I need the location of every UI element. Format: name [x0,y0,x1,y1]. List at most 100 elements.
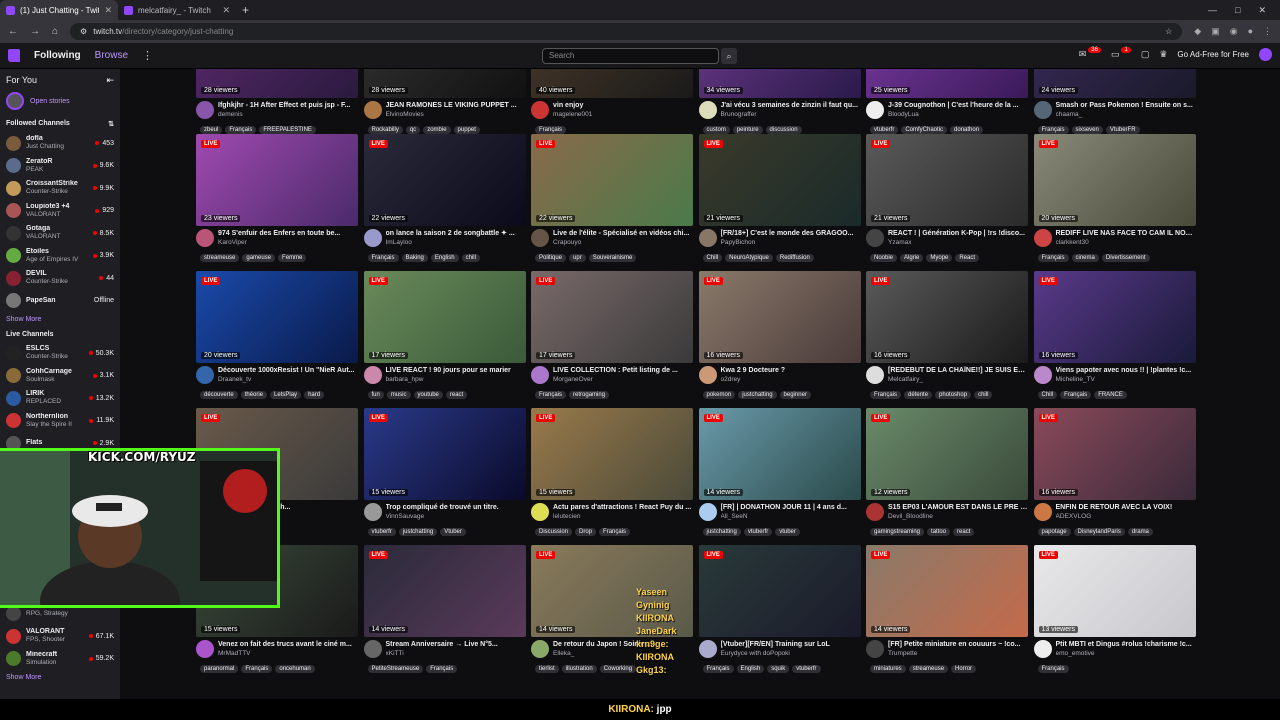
stream-tag[interactable]: discussion [765,126,802,134]
stream-card[interactable]: LIVE 20 viewers REDIFF LIVE NAS FACE TO CA… [1033,134,1196,271]
stream-tag[interactable]: oncehuman [275,665,315,673]
minimize-icon[interactable]: — [1208,5,1217,16]
stream-tag[interactable]: react [953,528,975,536]
chat-icon[interactable]: ▢ [1141,49,1150,60]
stream-title[interactable]: Ptit MBTI et Dingus #rolus !charisme !c.… [1056,640,1196,649]
channel-name[interactable]: ElvinoMovies [386,110,526,119]
stream-tag[interactable]: théorie [240,391,268,399]
channel-name[interactable]: Devil_Bloodline [888,512,1028,521]
avatar[interactable] [1033,503,1052,521]
stream-thumbnail[interactable]: LIVE 16 viewers [866,271,1028,363]
stream-title[interactable]: Trop compliqué de trouvé un titre. [386,503,526,512]
stream-tag[interactable]: découverte [200,391,238,399]
stream-card[interactable]: 28 viewers JEAN RAMONES LE VIKING PUPPET … [363,69,526,143]
stream-tag[interactable]: gameuse [242,254,276,262]
stream-thumbnail[interactable]: LIVE 13 viewers [1033,545,1196,637]
stream-tag[interactable]: Myope [926,254,953,262]
stream-card[interactable]: LIVE 16 viewers Kwa 2 9 Docteure ? o2drey po… [698,271,861,408]
stream-card[interactable]: LIVE 16 viewers [REDEBUT DE LA CHAÎNE!!] J… [866,271,1028,408]
stream-tag[interactable]: Français [367,254,399,262]
stream-tag[interactable]: FREEPALESTINE [259,126,316,134]
stream-tag[interactable]: vtuberfr [870,126,899,134]
stream-title[interactable]: vin enjoy [553,101,693,110]
profile-icon[interactable]: ● [1248,26,1253,37]
stream-tag[interactable]: streameuse [908,665,949,673]
stream-tag[interactable]: sixseven [1071,126,1103,134]
avatar[interactable] [698,101,717,119]
sidebar-channel[interactable]: dofla Just Chatting 453 [0,132,120,155]
stream-tag[interactable]: music [386,391,411,399]
stream-tag[interactable]: custom [702,126,730,134]
channel-name[interactable]: Trumpette [888,649,1028,658]
stream-tag[interactable]: Français [1037,254,1069,262]
stream-thumbnail[interactable]: 28 viewers [196,69,358,98]
stream-title[interactable]: JEAN RAMONES LE VIKING PUPPET ... [386,101,526,110]
channel-name[interactable]: PapyBichon [721,238,861,247]
stream-card[interactable]: LIVE 12 viewers S15 EP03 L'AMOUR EST DANS … [866,408,1028,545]
stream-tag[interactable]: beginner [779,391,811,399]
stream-card[interactable]: LIVE 15 viewers Actu pares d'attractions !… [531,408,693,545]
stream-thumbnail[interactable]: LIVE 15 viewers [363,408,526,500]
extension-icon[interactable]: ◉ [1230,26,1238,37]
avatar[interactable] [363,101,382,119]
stream-tag[interactable]: Baking [401,254,428,262]
avatar[interactable] [363,503,382,521]
stream-tag[interactable]: miniatures [870,665,906,673]
stream-thumbnail[interactable]: LIVE 21 viewers [866,134,1028,226]
channel-name[interactable]: lelutecien [553,512,693,521]
sidebar-channel[interactable]: Minecraft Simulation 59.2K [0,648,120,671]
stream-title[interactable]: Live de l'élite - Spécialisé en vidéos c… [553,229,693,238]
stream-thumbnail[interactable]: 28 viewers [363,69,526,98]
stream-tag[interactable]: retrogaming [569,391,610,399]
stream-title[interactable]: REACT ! | Génération K-Pop | !rs !disco.… [888,229,1028,238]
stream-tag[interactable]: FRANCE [1094,391,1127,399]
stream-tag[interactable]: Français [1060,391,1092,399]
stream-thumbnail[interactable]: LIVE 20 viewers [1033,134,1196,226]
stream-title[interactable]: [FR] Petite miniature en couuurs ~ !co..… [888,640,1028,649]
search-icon[interactable]: ⌕ [721,48,737,64]
stream-thumbnail[interactable]: LIVE 20 viewers [196,271,358,363]
avatar[interactable] [866,366,884,384]
back-icon[interactable]: ← [8,26,18,37]
stream-title[interactable]: [REDEBUT DE LA CHAÎNE!!] JE SUIS EN... [888,366,1028,375]
stream-card[interactable]: LIVE 20 viewers Découverte 1000xResist ! U… [196,271,358,408]
avatar[interactable] [363,640,382,658]
stream-thumbnail[interactable]: LIVE 12 viewers [866,408,1028,500]
avatar[interactable] [531,229,549,247]
stream-tag[interactable]: youtube [413,391,443,399]
sidebar-channel[interactable]: CroissantStrike Counter-Strike 9.9K [0,177,120,200]
channel-name[interactable]: Crapouyo [553,238,693,247]
extension-icon[interactable]: ▣ [1211,26,1220,37]
stream-thumbnail[interactable]: LIVE 14 viewers [363,545,526,637]
stream-tag[interactable]: Français [599,528,631,536]
stream-card[interactable]: LIVE 21 viewers REACT ! | Génération K-Pop… [866,134,1028,271]
stream-title[interactable]: J-39 Cougnothon | C'est l'heure de la ..… [888,101,1028,110]
stream-title[interactable]: J'ai vécu 3 semaines de zinzin il faut q… [721,101,861,110]
stream-tag[interactable]: vtuberfr [743,528,773,536]
stream-card[interactable]: 40 viewers vin enjoy magelene001 Français [531,69,693,143]
open-stories-button[interactable]: Open stories [0,86,120,116]
menu-icon[interactable]: ⋮ [1263,26,1272,37]
close-tab-icon[interactable]: ✕ [104,5,112,16]
sidebar-channel[interactable]: ESLCS Counter-Strike 50.3K [0,342,120,365]
stream-title[interactable]: Actu pares d'attractions ! React Puy du … [553,503,693,512]
stream-card[interactable]: 34 viewers J'ai vécu 3 semaines de zinzin… [698,69,861,143]
stream-card[interactable]: LIVE 13 viewers Ptit MBTI et Dingus #rolus… [1033,545,1196,682]
channel-name[interactable]: KaroViper [218,238,358,247]
stream-tag[interactable]: react [445,391,468,399]
stream-card[interactable]: LIVE 14 viewers [FR] Petite miniature en c… [866,545,1028,682]
stream-title[interactable]: Viens papoter avec nous !! | !plantes !c… [1056,366,1196,375]
channel-name[interactable]: Brunograffer [721,110,861,119]
stream-card[interactable]: 24 viewers Smash or Pass Pokemon ! Ensuit… [1033,69,1196,143]
stream-card[interactable]: LIVE 14 viewers Stream Anniversaire → Live… [363,545,526,682]
sidebar-channel[interactable]: VALORANT FPS, Shooter 67.1K [0,625,120,648]
stream-tag[interactable]: Chill [1037,391,1058,399]
stream-card[interactable]: LIVE 22 viewers Live de l'élite - Spéciali… [531,134,693,271]
stream-tag[interactable]: Français [1037,665,1069,673]
stream-thumbnail[interactable]: 34 viewers [698,69,861,98]
channel-name[interactable]: ImLayloo [386,238,526,247]
avatar[interactable] [1033,640,1052,658]
stream-tag[interactable]: Rediffusion [775,254,814,262]
stream-tag[interactable]: Français [535,126,567,134]
stream-tag[interactable]: drama [1127,528,1153,536]
